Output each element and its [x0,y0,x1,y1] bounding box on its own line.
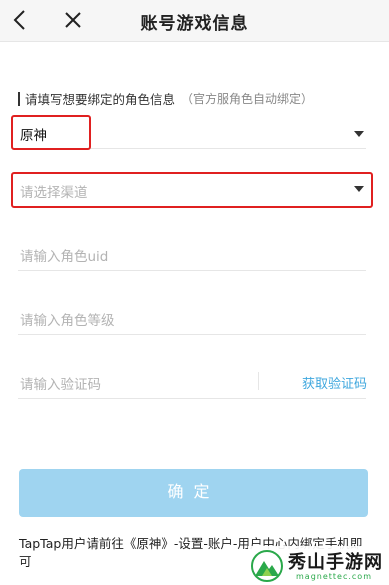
watermark-title: 秀山手游网 [288,552,383,573]
section-bar [18,91,20,106]
section-label: 请填写想要绑定的角色信息 （官方服角色自动绑定） [18,89,313,108]
watermark-subtitle: magnettec.com [296,572,372,581]
watermark: 秀山手游网 magnettec.com [248,546,389,585]
section-hint: （官方服角色自动绑定） [181,92,314,106]
navigation-bar: 账号游戏信息 [0,0,389,42]
level-input-placeholder: 请输入角色等级 [20,313,115,329]
section-label-text: 请填写想要绑定的角色信息 [25,92,176,107]
uid-input[interactable]: 请输入角色uid [18,239,366,271]
level-input[interactable]: 请输入角色等级 [18,303,366,335]
mountain-logo-icon [251,550,283,582]
uid-input-placeholder: 请输入角色uid [20,249,109,265]
caret-down-icon [354,131,364,137]
get-verification-code-button[interactable]: 获取验证码 [302,373,367,392]
verification-code-placeholder: 请输入验证码 [20,377,101,393]
highlight-box-game [11,115,91,150]
confirm-button[interactable]: 确定 [19,469,368,517]
page-title: 账号游戏信息 [140,14,249,34]
divider [258,372,259,390]
highlight-box-channel [11,172,373,208]
